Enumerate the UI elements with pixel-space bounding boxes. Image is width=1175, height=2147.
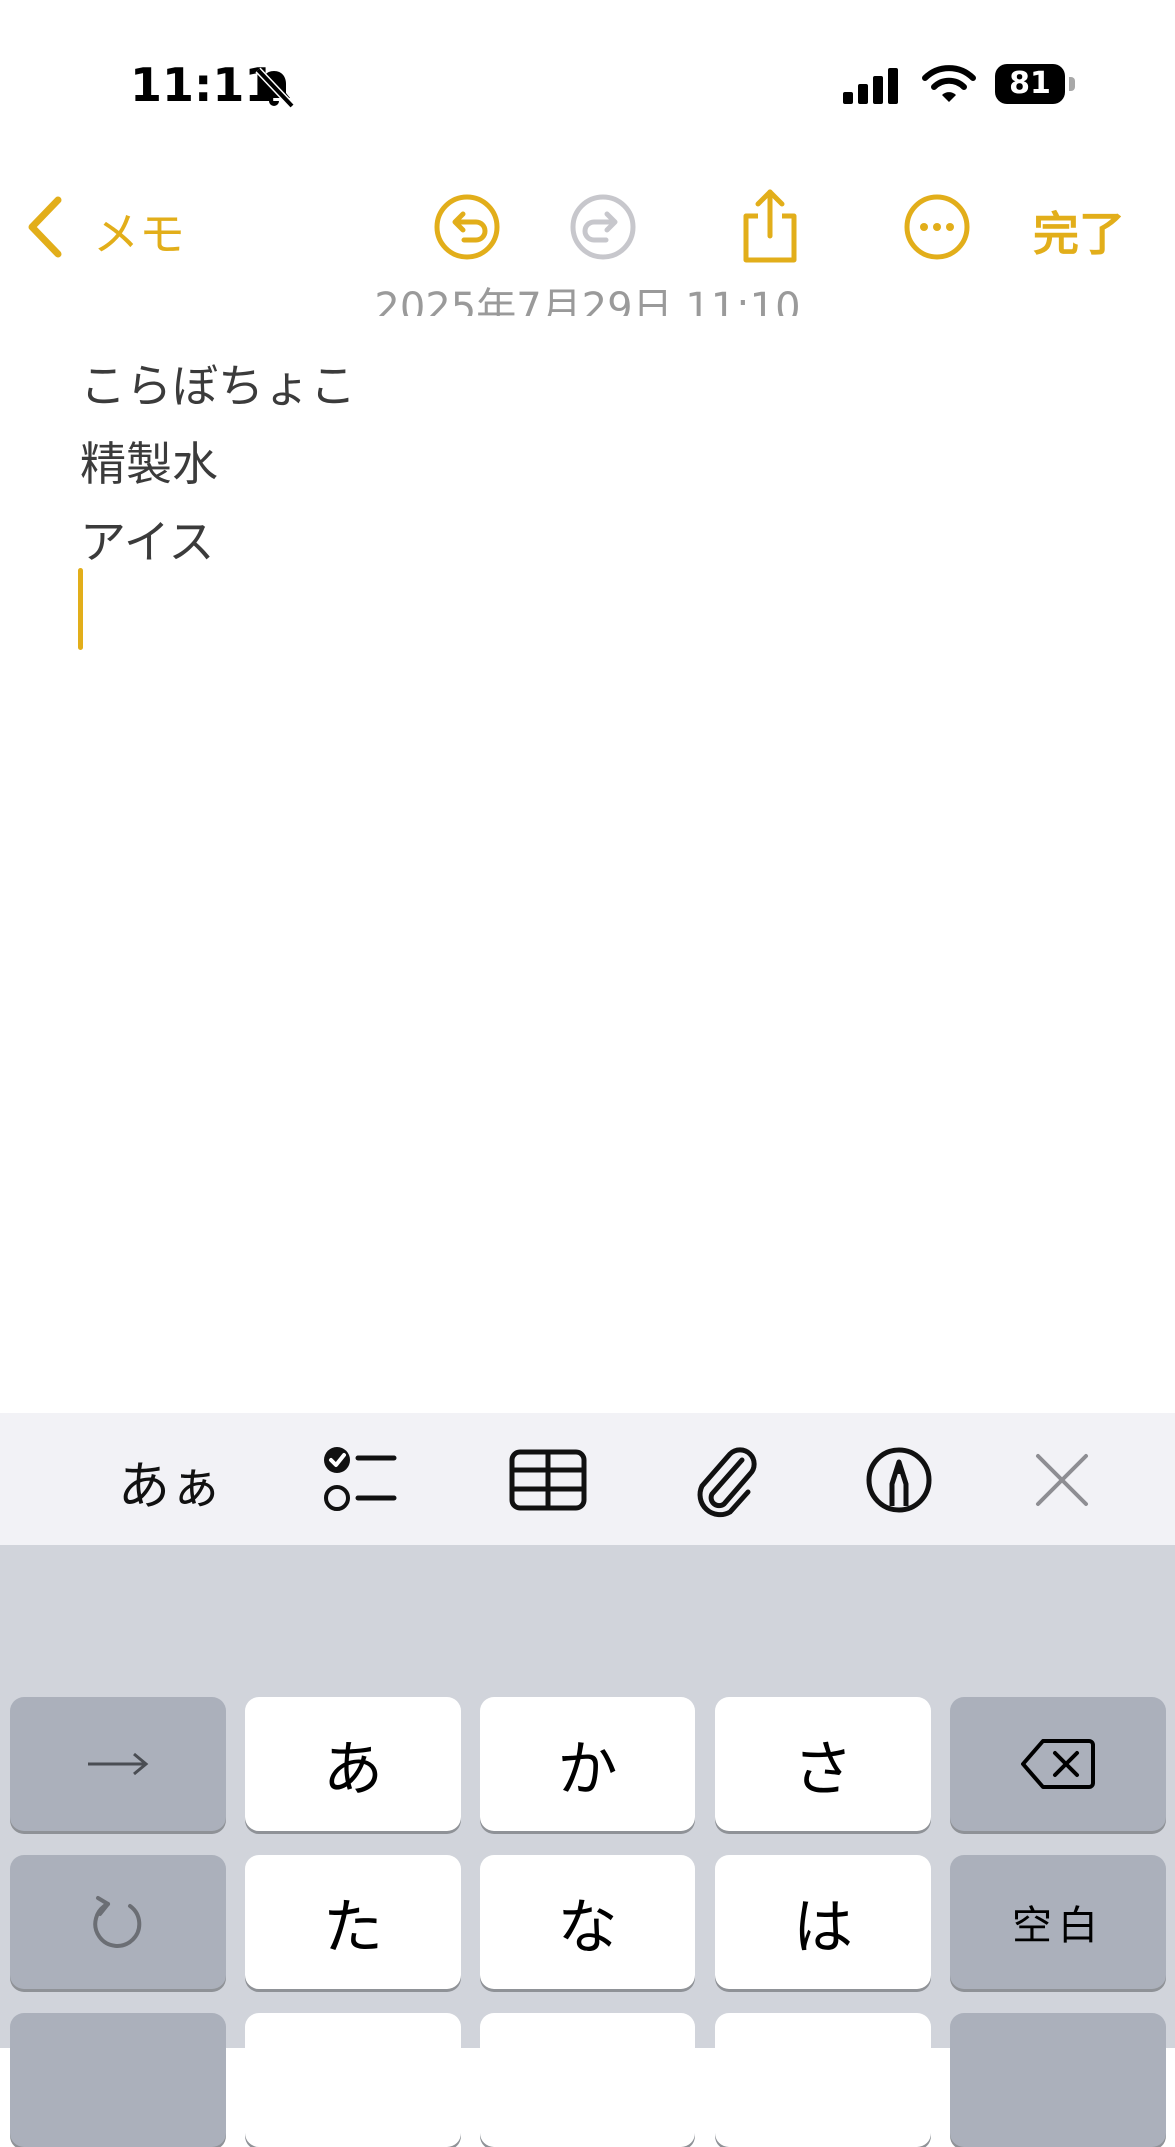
battery-cap bbox=[1069, 77, 1075, 91]
format-button[interactable]: あぁ bbox=[118, 1444, 222, 1519]
bell-slash-icon bbox=[255, 67, 295, 109]
note-date: 2025年7月29日 11:10 bbox=[374, 285, 801, 316]
key-next-arrow[interactable] bbox=[10, 1697, 226, 1831]
key-backspace[interactable] bbox=[950, 1697, 1166, 1831]
markup-icon[interactable] bbox=[864, 1440, 934, 1520]
key-space[interactable]: 空白 bbox=[950, 1855, 1166, 1989]
back-button[interactable]: メモ bbox=[93, 198, 185, 264]
key-row3[interactable] bbox=[715, 2013, 931, 2147]
undo-icon[interactable] bbox=[432, 192, 502, 262]
done-button[interactable]: 完了 bbox=[1033, 198, 1125, 264]
key-undo[interactable] bbox=[10, 1855, 226, 1989]
share-icon[interactable] bbox=[738, 186, 802, 266]
paperclip-icon[interactable] bbox=[690, 1440, 760, 1520]
key-sa[interactable]: さ bbox=[715, 1697, 931, 1831]
checklist-icon[interactable] bbox=[322, 1440, 398, 1520]
key-a[interactable]: あ bbox=[245, 1697, 461, 1831]
more-icon[interactable] bbox=[902, 192, 972, 262]
redo-icon[interactable] bbox=[568, 192, 638, 262]
key-row3[interactable] bbox=[10, 2013, 226, 2147]
key-row3[interactable] bbox=[245, 2013, 461, 2147]
key-row3[interactable] bbox=[950, 2013, 1166, 2147]
back-chevron-icon[interactable] bbox=[24, 196, 64, 258]
close-icon[interactable] bbox=[1032, 1440, 1092, 1520]
text-cursor bbox=[78, 568, 83, 650]
table-icon[interactable] bbox=[508, 1440, 588, 1520]
arrow-right-icon bbox=[88, 1752, 149, 1776]
key-ha[interactable]: は bbox=[715, 1855, 931, 1989]
signal-icon bbox=[843, 68, 898, 104]
key-row3[interactable] bbox=[480, 2013, 695, 2147]
wifi-icon bbox=[922, 65, 976, 102]
undo-arrow-icon bbox=[93, 1896, 142, 1948]
note-line[interactable]: こらぼちょこ bbox=[80, 350, 356, 416]
key-na[interactable]: な bbox=[480, 1855, 695, 1989]
note-line[interactable]: 精製水 bbox=[80, 428, 218, 494]
note-line[interactable]: アイス bbox=[80, 506, 214, 572]
key-ta[interactable]: た bbox=[245, 1855, 461, 1989]
key-ka[interactable]: か bbox=[480, 1697, 695, 1831]
backspace-icon bbox=[1021, 1739, 1095, 1789]
battery-indicator: 81 bbox=[995, 64, 1065, 104]
